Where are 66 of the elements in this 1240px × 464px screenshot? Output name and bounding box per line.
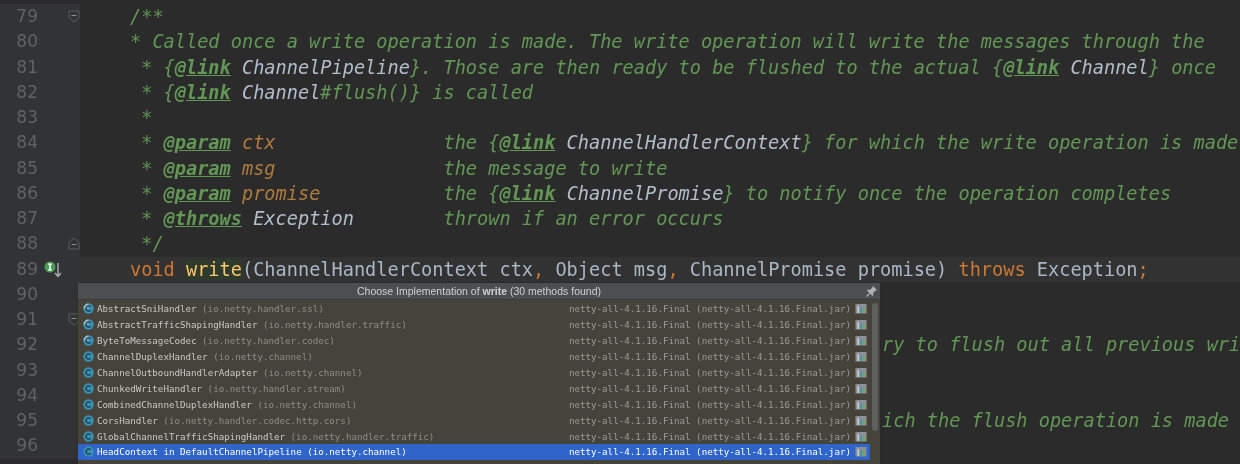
package-name: (io.netty.handler.stream) — [207, 382, 346, 394]
library-icon — [855, 398, 867, 410]
code-line: * — [140, 107, 153, 128]
class-name: ByteToMessageCodec — [97, 335, 197, 347]
code-line: * @param msg the message to write — [140, 157, 668, 179]
class-name: GlobalChannelTrafficShapingHandler — [97, 430, 286, 442]
library-icon — [855, 446, 867, 458]
implementation-item[interactable]: AbstractSniHandler (io.netty.handler.ssl) netty-all-4.1.16.Final (netty-all-4.1.16.Final.jar) — [78, 301, 870, 317]
package-name: (io.netty.channel) — [257, 398, 357, 410]
pin-icon[interactable] — [866, 285, 878, 297]
library-name: netty-all-4.1.16.Final (netty-all-4.1.16.Final.jar) — [568, 367, 851, 378]
scrollbar-thumb[interactable] — [872, 303, 878, 431]
code-line: /** — [130, 6, 164, 27]
class-name: CombinedChannelDuplexHandler — [97, 398, 252, 410]
package-name: (io.netty.channel) — [213, 351, 313, 363]
code-line: * @throws Exception thrown if an error occurs — [140, 208, 724, 229]
class-name: ChannelOutboundHandlerAdapter — [97, 367, 258, 378]
package-name: (io.netty.handler.codec) — [202, 335, 335, 347]
implementation-item[interactable]: GlobalChannelTrafficShapingHandler (io.netty.handler.traffic) netty-all-4.1.16.Final (netty-all-4.1.16.Final.jar) — [78, 428, 870, 444]
package-name: (io.netty.channel) — [262, 367, 363, 378]
library-icon — [855, 303, 867, 315]
package-name: (io.netty.handler.ssl) — [202, 303, 324, 315]
library-icon — [855, 382, 867, 394]
library-name: netty-all-4.1.16.Final (netty-all-4.1.16.Final.jar) — [568, 303, 851, 315]
class-name: AbstractTrafficShapingHandler — [97, 319, 258, 331]
library-icon — [855, 335, 867, 347]
package-name: (io.netty.handler.codec.http.cors) — [163, 414, 352, 426]
library-icon — [855, 414, 867, 426]
library-name: netty-all-4.1.16.Final (netty-all-4.1.16.Final.jar) — [568, 430, 851, 442]
library-name: netty-all-4.1.16.Final (netty-all-4.1.16.Final.jar) — [568, 446, 851, 458]
library-icon — [855, 351, 867, 363]
library-name: netty-all-4.1.16.Final (netty-all-4.1.16.Final.jar) — [568, 351, 851, 363]
code-line: * Called once a write operation is made. The write operation will write the messages through the — [130, 31, 1205, 53]
package-name: (io.netty.channel) — [307, 446, 407, 458]
class-name: ChunkedWriteHandler — [97, 382, 203, 394]
implementation-item[interactable]: ByteToMessageCodec (io.netty.handler.codec) netty-all-4.1.16.Final (netty-all-4.1.16.Final.jar) — [78, 332, 870, 349]
class-name: AbstractSniHandler — [97, 303, 197, 315]
implementation-item[interactable]: ChunkedWriteHandler (io.netty.handler.stream) netty-all-4.1.16.Final (netty-all-4.1.16.Final.jar) — [78, 380, 870, 397]
library-name: netty-all-4.1.16.Final (netty-all-4.1.16.Final.jar) — [568, 398, 851, 410]
library-icon — [855, 430, 867, 442]
code-line: * @param ctx the {@link ChannelHandlerContext} for which the write operation is made — [140, 132, 1239, 154]
comment-text: ry to flush out all previous wri — [882, 334, 1240, 356]
library-name: netty-all-4.1.16.Final (netty-all-4.1.16.Final.jar) — [568, 319, 851, 331]
implementation-item[interactable]: CombinedChannelDuplexHandler (io.netty.channel) netty-all-4.1.16.Final (netty-all-4.1.16.Final.jar) — [78, 396, 870, 413]
class-name: HeadContext in DefaultChannelPipeline — [97, 446, 302, 458]
code-line: * {@link ChannelPipeline}. Those are then ready to be flushed to the actual {@link Channel} once — [140, 56, 1216, 78]
code-line: * @param promise the {@link ChannelPromise} to notify once the operation completes — [140, 182, 1172, 204]
implementation-item[interactable]: CorsHandler (io.netty.handler.codec.http.cors) netty-all-4.1.16.Final (netty-all-4.1.16.Final.jar) — [78, 412, 870, 429]
package-name: (io.netty.handler.traffic) — [262, 319, 407, 331]
implementation-item[interactable]: HeadContext in DefaultChannelPipeline (io.netty.channel) netty-all-4.1.16.Final (netty-all-4.1.16.Final.jar) — [78, 444, 870, 460]
code-line: * {@link Channel#flush()} is called — [140, 81, 534, 103]
implementation-item[interactable]: AbstractTrafficShapingHandler (io.netty.handler.traffic) netty-all-4.1.16.Final (netty-all-4.1.16.Final.jar) — [78, 316, 870, 333]
library-icon — [855, 367, 867, 378]
class-name: CorsHandler — [97, 414, 158, 426]
code-line: */ — [140, 233, 164, 255]
package-name: (io.netty.handler.traffic) — [290, 430, 435, 442]
code-line: void write(ChannelHandlerContext ctx, Object msg, ChannelPromise promise) throws Exception; — [130, 258, 1149, 280]
implementation-item[interactable]: ChannelDuplexHandler (io.netty.channel) netty-all-4.1.16.Final (netty-all-4.1.16.Final.jar) — [78, 348, 870, 365]
implementation-item[interactable]: ChannelOutboundHandlerAdapter (io.netty.channel) netty-all-4.1.16.Final (netty-all-4.1.16.Final.jar) — [78, 364, 870, 381]
popup-title: Choose Implementation of write (30 methods found) — [357, 285, 601, 297]
comment-text: ich the flush operation is made — [882, 410, 1230, 431]
class-name: ChannelDuplexHandler — [97, 351, 208, 363]
library-icon — [855, 319, 867, 331]
library-name: netty-all-4.1.16.Final (netty-all-4.1.16.Final.jar) — [568, 382, 851, 394]
library-name: netty-all-4.1.16.Final (netty-all-4.1.16.Final.jar) — [568, 414, 851, 426]
library-name: netty-all-4.1.16.Final (netty-all-4.1.16.Final.jar) — [568, 335, 851, 347]
